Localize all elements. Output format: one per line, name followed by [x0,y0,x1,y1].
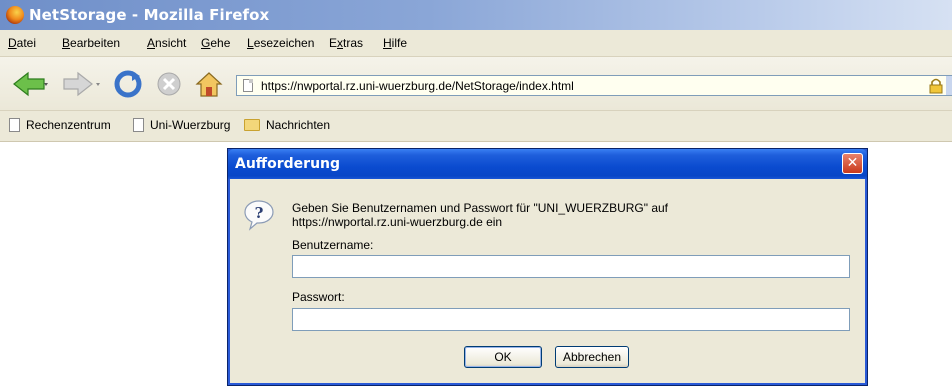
auth-dialog: Aufforderung ✕ ? Geben Sie Benutzernamen… [227,148,868,386]
stop-icon[interactable] [155,69,183,99]
folder-icon [244,119,260,131]
address-dropdown-icon[interactable] [946,76,952,95]
address-bar[interactable]: https://nwportal.rz.uni-wuerzburg.de/Net… [236,75,952,96]
home-icon[interactable] [193,69,225,99]
page-icon [133,118,144,132]
question-icon: ? [244,200,274,231]
window-titlebar: NetStorage - Mozilla Firefox [0,0,952,30]
menu-extras[interactable]: Extras [329,36,363,50]
back-arrow-icon[interactable] [10,69,50,99]
bookmark-label: Nachrichten [266,118,331,132]
menu-bearbeiten[interactable]: Bearbeiten [62,36,120,50]
menu-ansicht[interactable]: Ansicht [147,36,186,50]
dialog-body: ? Geben Sie Benutzernamen und Passwort f… [228,179,867,385]
page-icon [243,79,253,92]
close-icon[interactable]: ✕ [842,153,863,174]
username-input[interactable] [292,255,850,278]
menu-hilfe[interactable]: Hilfe [383,36,407,50]
dialog-title: Aufforderung [235,156,341,172]
password-input[interactable] [292,308,850,331]
bookmark-rechenzentrum[interactable]: Rechenzentrum [9,118,111,134]
menu-bar: Datei Bearbeiten Ansicht Gehe Lesezeiche… [0,30,952,57]
username-label: Benutzername: [292,238,374,252]
menu-gehe[interactable]: Gehe [201,36,230,50]
navigation-toolbar: https://nwportal.rz.uni-wuerzburg.de/Net… [0,57,952,111]
forward-arrow-icon[interactable] [62,69,102,99]
window-title: NetStorage - Mozilla Firefox [29,6,270,24]
reload-icon[interactable] [112,69,144,99]
svg-text:?: ? [255,204,264,222]
bookmarks-toolbar: Rechenzentrum Uni-Wuerzburg Nachrichten [0,111,952,142]
menu-lesezeichen[interactable]: Lesezeichen [247,36,314,50]
ok-button[interactable]: OK [464,346,542,368]
dialog-titlebar: Aufforderung ✕ [228,149,867,179]
dialog-message-line: https://nwportal.rz.uni-wuerzburg.de ein [292,215,503,229]
lock-icon[interactable] [929,78,943,94]
cancel-button[interactable]: Abbrechen [555,346,629,368]
dialog-message-line: Geben Sie Benutzernamen und Passwort für… [292,201,669,215]
password-label: Passwort: [292,290,345,304]
bookmark-uni-wuerzburg[interactable]: Uni-Wuerzburg [133,118,230,134]
bookmark-label: Rechenzentrum [26,118,111,132]
page-icon [9,118,20,132]
bookmark-nachrichten[interactable]: Nachrichten [244,118,330,134]
address-url: https://nwportal.rz.uni-wuerzburg.de/Net… [261,79,574,93]
firefox-logo-icon [6,6,24,24]
dialog-message: Geben Sie Benutzernamen und Passwort für… [292,201,832,229]
bookmark-label: Uni-Wuerzburg [150,118,231,132]
menu-datei[interactable]: Datei [8,36,36,50]
